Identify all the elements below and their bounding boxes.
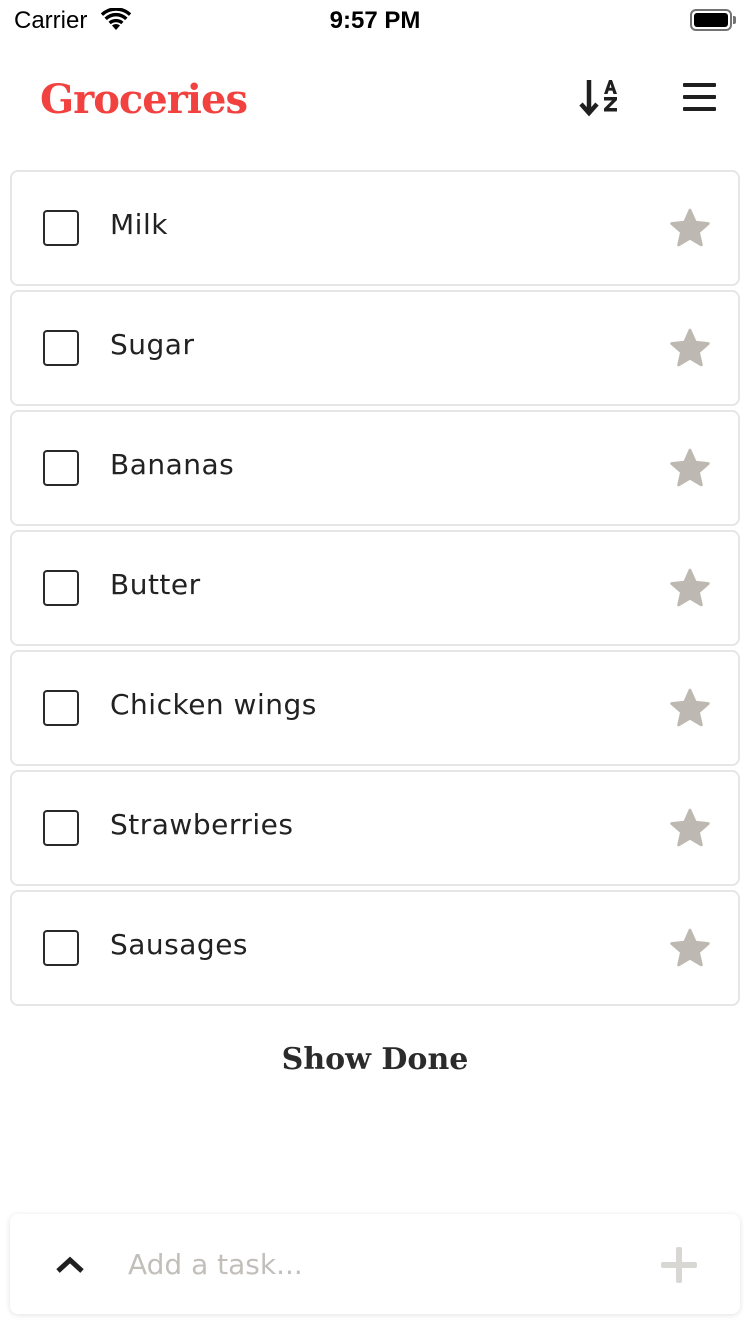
- expand-button[interactable]: [52, 1250, 88, 1278]
- star-icon[interactable]: [668, 808, 712, 850]
- show-done-button[interactable]: Show Done: [282, 1042, 469, 1077]
- star-icon[interactable]: [668, 448, 712, 490]
- add-task-input[interactable]: [128, 1238, 628, 1290]
- task-label: Milk: [110, 208, 168, 241]
- task-checkbox[interactable]: [43, 810, 79, 846]
- task-checkbox[interactable]: [43, 930, 79, 966]
- task-label: Sugar: [110, 328, 195, 361]
- list-item[interactable]: Sausages: [10, 890, 740, 1006]
- star-icon[interactable]: [668, 328, 712, 370]
- add-task-button[interactable]: [660, 1246, 698, 1284]
- list-item[interactable]: Milk: [10, 170, 740, 286]
- list-item[interactable]: Sugar: [10, 290, 740, 406]
- star-icon[interactable]: [668, 928, 712, 970]
- list-item[interactable]: Strawberries: [10, 770, 740, 886]
- add-task-bar: [10, 1214, 740, 1314]
- sort-button[interactable]: [576, 74, 626, 124]
- screen: Carrier 9:57 PM Groceries Milk Sugar Ban…: [0, 0, 750, 1334]
- task-checkbox[interactable]: [43, 570, 79, 606]
- star-icon[interactable]: [668, 208, 712, 250]
- list-item[interactable]: Bananas: [10, 410, 740, 526]
- task-label: Bananas: [110, 448, 235, 481]
- menu-button[interactable]: [680, 80, 720, 120]
- star-icon[interactable]: [668, 688, 712, 730]
- status-time: 9:57 PM: [329, 7, 421, 34]
- task-list: Milk Sugar Bananas Butter Chicken wings …: [10, 170, 740, 1010]
- header: Groceries: [0, 60, 750, 150]
- task-label: Butter: [110, 568, 201, 601]
- star-icon[interactable]: [668, 568, 712, 610]
- page-title: Groceries: [40, 76, 248, 123]
- task-checkbox[interactable]: [43, 330, 79, 366]
- show-done-area: Show Done: [0, 1042, 750, 1077]
- task-checkbox[interactable]: [43, 690, 79, 726]
- list-item[interactable]: Butter: [10, 530, 740, 646]
- hamburger-menu-icon: [683, 83, 716, 87]
- status-bar: Carrier 9:57 PM: [0, 0, 750, 40]
- task-label: Strawberries: [110, 808, 294, 841]
- chevron-up-icon: [56, 1256, 84, 1273]
- task-label: Chicken wings: [110, 688, 317, 721]
- list-item[interactable]: Chicken wings: [10, 650, 740, 766]
- plus-icon: [661, 1247, 697, 1283]
- battery-icon: [690, 9, 736, 31]
- task-checkbox[interactable]: [43, 450, 79, 486]
- sort-alpha-down-icon: [579, 80, 617, 117]
- task-label: Sausages: [110, 928, 249, 961]
- task-checkbox[interactable]: [43, 210, 79, 246]
